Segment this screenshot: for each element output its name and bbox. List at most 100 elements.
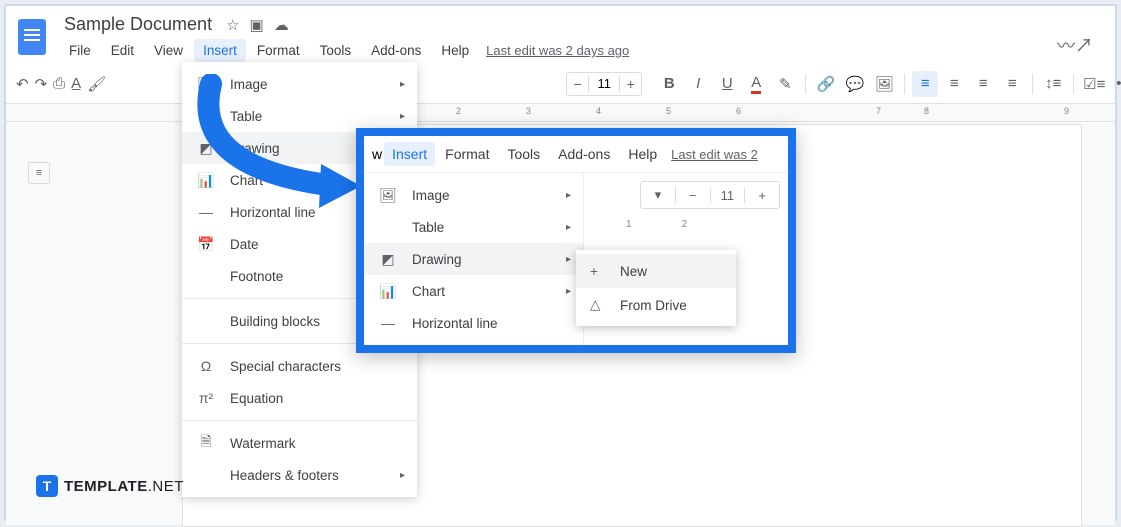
insert-headers-footers[interactable]: Headers & footers ▸ bbox=[182, 459, 417, 491]
menu-format[interactable]: Format bbox=[248, 39, 309, 62]
print-button[interactable]: ⎙ bbox=[53, 71, 65, 97]
blank-icon bbox=[196, 266, 216, 286]
label: Building blocks bbox=[230, 314, 320, 329]
drawing-icon: ◩ bbox=[196, 138, 216, 158]
label: Image bbox=[230, 77, 268, 92]
insert-link-button[interactable]: 🔗 bbox=[813, 71, 839, 97]
label: Date bbox=[230, 237, 259, 252]
menu-help[interactable]: Help bbox=[432, 39, 478, 62]
text-color-button[interactable]: A bbox=[743, 71, 769, 97]
font-size-increase[interactable]: + bbox=[745, 188, 779, 203]
separator bbox=[805, 74, 806, 94]
callout-font-size-control[interactable]: ▾ − 11 + bbox=[640, 181, 780, 209]
insert-image[interactable]: 🖼 Image ▸ bbox=[182, 68, 417, 100]
callout-insert-image[interactable]: 🖼 Image ▸ bbox=[364, 179, 583, 211]
watermark-icon: 🗎 bbox=[196, 433, 216, 453]
menu-insert[interactable]: Insert bbox=[194, 39, 246, 62]
toolbar-right: B I U A ✎ 🔗 💬 🖼 ≡ ≡ ≡ ≡ ↕≡ ☑≡ •≡ 1≡ bbox=[656, 71, 1121, 97]
checklist-button[interactable]: ☑≡ bbox=[1081, 71, 1107, 97]
date-icon: 📅 bbox=[196, 234, 216, 254]
font-size-value[interactable]: 11 bbox=[711, 188, 746, 203]
underline-button[interactable]: U bbox=[714, 71, 740, 97]
separator bbox=[1032, 74, 1033, 94]
spellcheck-button[interactable]: A̲ bbox=[71, 71, 81, 97]
submenu-arrow-icon: ▸ bbox=[400, 111, 405, 122]
ruler-tick: 1 bbox=[626, 219, 632, 230]
callout-menu-insert[interactable]: Insert bbox=[384, 142, 435, 166]
line-spacing-button[interactable]: ↕≡ bbox=[1040, 71, 1066, 97]
menu-tools[interactable]: Tools bbox=[311, 39, 361, 62]
menu-edit[interactable]: Edit bbox=[102, 39, 143, 62]
insert-equation[interactable]: π² Equation bbox=[182, 382, 417, 414]
chart-icon: 📊 bbox=[196, 170, 216, 190]
label: Headers & footers bbox=[230, 468, 339, 483]
app-frame: Sample Document ☆ ▣ ☁ File Edit View Ins… bbox=[4, 4, 1117, 521]
align-center-button[interactable]: ≡ bbox=[941, 71, 967, 97]
callout-menubar: w Insert Format Tools Add-ons Help Last … bbox=[364, 136, 788, 173]
drawing-from-drive[interactable]: △ From Drive bbox=[576, 288, 736, 322]
callout-lastedit[interactable]: Last edit was 2 bbox=[671, 147, 758, 162]
dropdown-arrow-icon[interactable]: ▾ bbox=[641, 187, 676, 203]
font-size-decrease[interactable]: − bbox=[676, 188, 711, 203]
callout-menu-format[interactable]: Format bbox=[437, 142, 497, 166]
undo-button[interactable]: ↶ bbox=[16, 71, 29, 97]
pi-icon: π² bbox=[196, 388, 216, 408]
comment-button[interactable]: 💬 bbox=[842, 71, 868, 97]
last-edit-link[interactable]: Last edit was 2 days ago bbox=[486, 43, 629, 58]
logo-text: TEMPLATE.NET bbox=[64, 478, 184, 495]
drive-icon: △ bbox=[590, 297, 608, 313]
label: Special characters bbox=[230, 359, 341, 374]
align-left-button[interactable]: ≡ bbox=[912, 71, 938, 97]
callout-insert-table[interactable]: Table ▸ bbox=[364, 211, 583, 243]
outline-toggle-icon[interactable]: ≡ bbox=[28, 162, 50, 184]
hline-icon: — bbox=[196, 202, 216, 222]
italic-button[interactable]: I bbox=[685, 71, 711, 97]
omega-icon: Ω bbox=[196, 356, 216, 376]
activity-icon[interactable]: 〰↗ bbox=[1057, 32, 1093, 58]
menu-file[interactable]: File bbox=[60, 39, 100, 62]
document-title[interactable]: Sample Document bbox=[60, 12, 216, 37]
redo-button[interactable]: ↷ bbox=[35, 71, 48, 97]
plus-icon: + bbox=[590, 264, 608, 279]
drawing-new[interactable]: + New bbox=[576, 254, 736, 288]
align-justify-button[interactable]: ≡ bbox=[999, 71, 1025, 97]
callout-insert-chart[interactable]: 📊 Chart ▸ bbox=[364, 275, 583, 307]
ruler[interactable]: 2 3 4 5 6 7 8 9 bbox=[6, 104, 1115, 122]
cloud-status-icon[interactable]: ☁ bbox=[274, 16, 289, 34]
label: Table bbox=[230, 109, 262, 124]
callout-insert-hline[interactable]: — Horizontal line bbox=[364, 307, 583, 339]
callout-insert-dropdown: 🖼 Image ▸ Table ▸ ◩ Drawing ▸ 📊 Chart bbox=[364, 173, 584, 345]
paint-format-button[interactable]: 🖌 bbox=[87, 71, 106, 97]
callout-insert-drawing[interactable]: ◩ Drawing ▸ bbox=[364, 243, 583, 275]
bulleted-list-button[interactable]: •≡ bbox=[1110, 71, 1121, 97]
label: From Drive bbox=[620, 298, 687, 313]
menu-addons[interactable]: Add-ons bbox=[362, 39, 430, 62]
callout-menu-help[interactable]: Help bbox=[620, 142, 665, 166]
move-icon[interactable]: ▣ bbox=[250, 16, 264, 34]
callout-menu-addons[interactable]: Add-ons bbox=[550, 142, 618, 166]
callout-menu-tools[interactable]: Tools bbox=[499, 142, 548, 166]
submenu-arrow-icon: ▸ bbox=[566, 190, 571, 201]
font-size-control[interactable]: − 11 + bbox=[566, 72, 642, 96]
docs-icon[interactable] bbox=[18, 19, 46, 55]
star-icon[interactable]: ☆ bbox=[226, 16, 239, 34]
label: Chart bbox=[412, 284, 445, 299]
align-right-button[interactable]: ≡ bbox=[970, 71, 996, 97]
insert-special-characters[interactable]: Ω Special characters bbox=[182, 350, 417, 382]
font-size-decrease[interactable]: − bbox=[567, 76, 589, 92]
highlight-button[interactable]: ✎ bbox=[772, 71, 798, 97]
menu-view[interactable]: View bbox=[145, 39, 192, 62]
insert-watermark[interactable]: 🗎 Watermark bbox=[182, 427, 417, 459]
font-size-value[interactable]: 11 bbox=[589, 76, 619, 91]
hline-icon: — bbox=[378, 313, 398, 333]
submenu-arrow-icon: ▸ bbox=[400, 79, 405, 90]
font-size-increase[interactable]: + bbox=[619, 76, 641, 92]
menubar: File Edit View Insert Format Tools Add-o… bbox=[60, 39, 629, 62]
bold-button[interactable]: B bbox=[656, 71, 682, 97]
label: Equation bbox=[230, 391, 283, 406]
label: New bbox=[620, 264, 647, 279]
menu-view-partial: w bbox=[372, 146, 382, 162]
label: Watermark bbox=[230, 436, 296, 451]
insert-image-button[interactable]: 🖼 bbox=[871, 71, 897, 97]
label: Horizontal line bbox=[230, 205, 316, 220]
